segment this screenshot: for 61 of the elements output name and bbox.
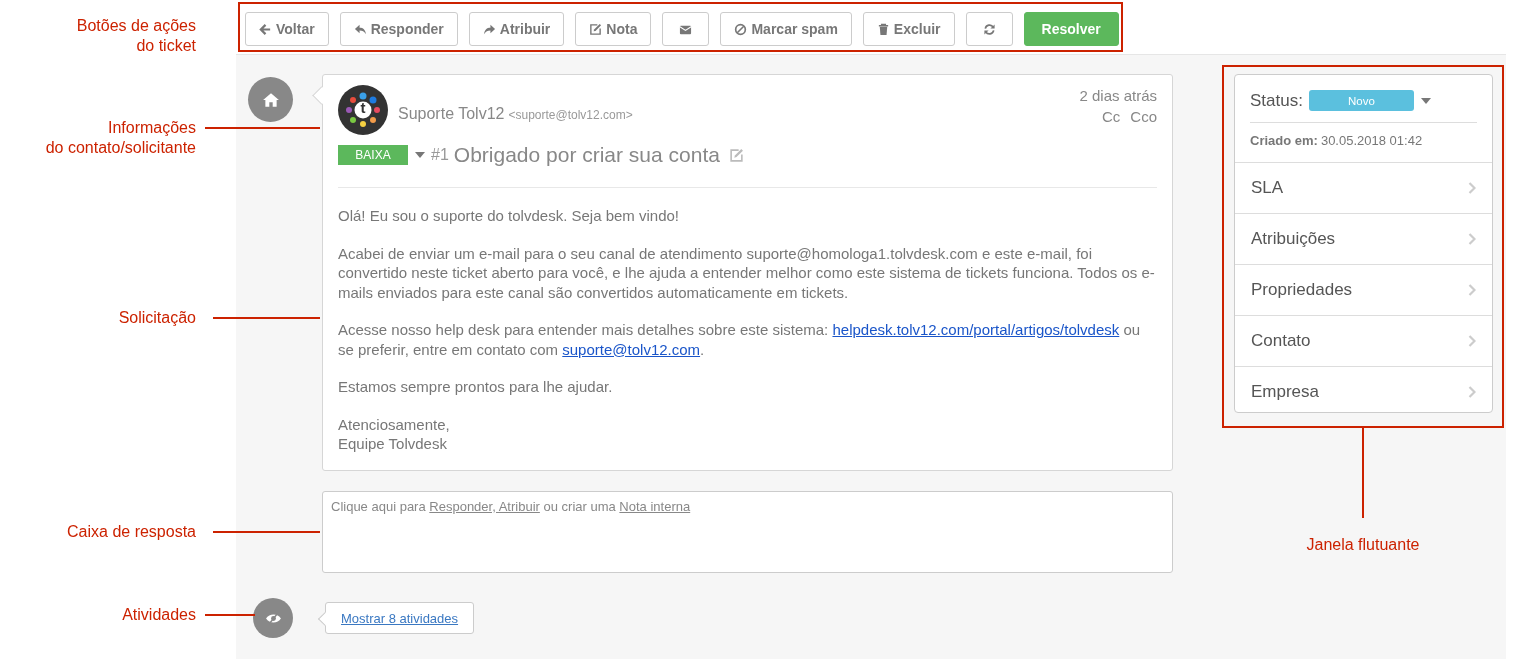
- activities-link[interactable]: Mostrar 8 atividades: [341, 611, 459, 626]
- toolbar-button[interactable]: Responder: [339, 12, 458, 46]
- avatar-logo: t: [338, 85, 388, 135]
- toolbar-button[interactable]: [965, 12, 1013, 46]
- reply-icon: [353, 22, 367, 36]
- panel-section[interactable]: Propriedades: [1235, 264, 1492, 315]
- toolbar-button[interactable]: Resolver: [1023, 12, 1119, 46]
- message-link[interactable]: suporte@tolv12.com: [562, 340, 701, 358]
- toolbar-button[interactable]: Marcar spam: [720, 12, 852, 46]
- toolbar-button[interactable]: Atribuir: [468, 12, 565, 46]
- toolbar-button[interactable]: Voltar: [245, 12, 329, 46]
- chevron-right-icon: [1468, 386, 1476, 398]
- eye-icon: [253, 598, 293, 638]
- panel-section[interactable]: SLA: [1235, 162, 1492, 213]
- ticket-subject: Obrigado por criar sua conta: [453, 143, 720, 167]
- message-paragraph: Atenciosamente, Equipe Tolvdesk: [338, 414, 451, 454]
- sender-name: Suporte Tolv12: [398, 105, 505, 123]
- chevron-right-icon: [1468, 284, 1476, 296]
- toolbar-button[interactable]: Excluir: [862, 12, 955, 46]
- chevron-right-icon: [1468, 335, 1476, 347]
- panel-section[interactable]: Contato: [1235, 315, 1492, 366]
- ticket-time: 2 dias atrás: [1079, 86, 1157, 106]
- created-label: Criado em:: [1250, 133, 1318, 148]
- caret-icon[interactable]: [415, 152, 425, 158]
- created-date: 30.05.2018 01:42: [1320, 133, 1423, 148]
- priority-badge[interactable]: BAIXA: [338, 145, 408, 165]
- panel-section[interactable]: Atribuições: [1235, 213, 1492, 264]
- ticket-number: #1: [431, 146, 449, 164]
- share-arrow-icon: [482, 22, 496, 36]
- reply-box[interactable]: Clique aqui para Responder, Atribuir ou criar uma Nota interna: [322, 491, 1173, 573]
- message-paragraph: Estamos sempre prontos para lhe ajudar.: [338, 377, 614, 397]
- cc-link[interactable]: Cc: [1101, 106, 1121, 127]
- home-icon: [248, 77, 293, 122]
- bcc-link[interactable]: Cco: [1130, 106, 1157, 127]
- message-link[interactable]: helpdesk.tolv12.com/portal/artigos/tolvdesk: [832, 321, 1120, 338]
- annotation-label: Solicitação: [117, 308, 196, 328]
- toolbar-button[interactable]: Nota: [575, 12, 652, 46]
- message-paragraph: Olá! Eu sou o suporte do tolvdesk. Seja bem vindo!: [338, 206, 681, 226]
- annotation-label: Atividades: [121, 605, 196, 625]
- chevron-right-icon: [1468, 182, 1476, 194]
- annotation-label: Caixa de resposta: [66, 522, 196, 542]
- message-paragraph: Acesse nosso help desk para entender mais detalhes sobre este sistema: helpdesk.tolv12.com/portal/artigos/tolvdesk ou se preferir, entre em contato com suporte@tolv12.com.: [338, 320, 1142, 359]
- refresh-icon: [982, 22, 996, 36]
- arrow-left-icon: [259, 22, 272, 36]
- caret-icon[interactable]: [1420, 97, 1431, 104]
- leader-line: [205, 614, 255, 616]
- reply-prompt: Clique aqui para Responder, Atribuir ou criar uma Nota interna: [331, 499, 692, 514]
- panel-section[interactable]: Empresa: [1235, 366, 1492, 417]
- trash-icon: [876, 22, 890, 36]
- reply-link[interactable]: Responder, Atribuir: [429, 499, 540, 514]
- annotation-label: Janela flutuante: [1305, 535, 1421, 555]
- edit-icon: [589, 22, 603, 36]
- annotation-label: Informações do contato/solicitante: [44, 118, 196, 158]
- annotation-label: Botões de ações do ticket: [75, 16, 196, 56]
- reply-link[interactable]: Nota interna: [619, 499, 691, 514]
- sender-email: <suporte@tolv12.com>: [508, 108, 633, 122]
- ban-icon: [734, 22, 748, 36]
- message-paragraph: Acabei de enviar um e-mail para o seu canal de atendimento suporte@homologa1.tolvdesk.com e este e-mail, foi convertido neste ticket aberto para você, e lhe ajuda a entender melhor como este sistema de tickets funciona. Todos os e-mails enviados para este canal são convertidos automaticamente em tickets.: [338, 243, 1156, 302]
- status-label: Status:: [1250, 90, 1303, 111]
- chevron-right-icon: [1468, 233, 1476, 245]
- toolbar-button[interactable]: [662, 12, 710, 46]
